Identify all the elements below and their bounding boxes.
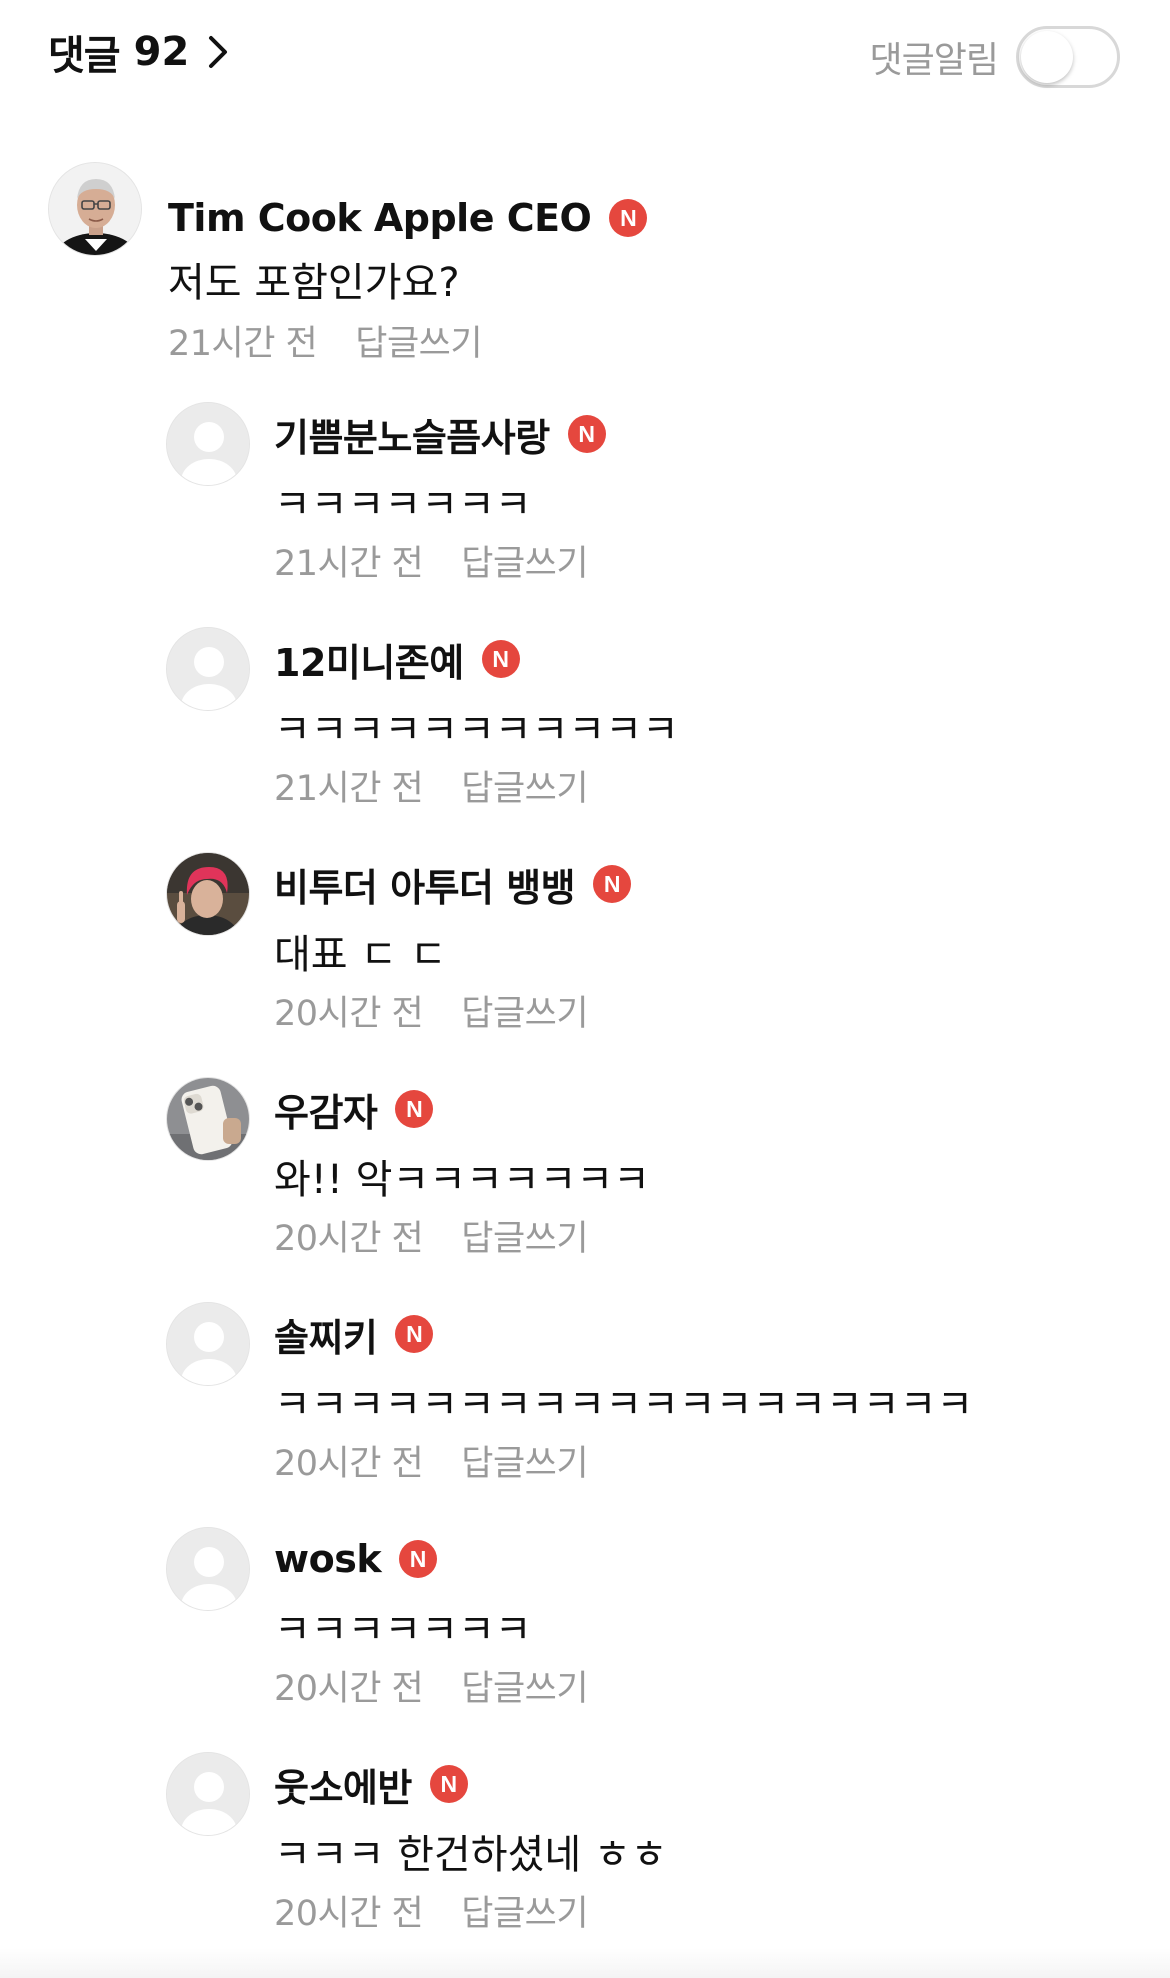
author-row: 기쁨분노슬픔사랑 N [274,406,606,462]
comment-meta: 20시간 전 답글쓰기 [274,1435,589,1486]
reply-button[interactable]: 답글쓰기 [461,760,588,811]
n-badge-icon: N [429,1765,468,1803]
n-badge-icon: N [567,415,606,453]
comment-notify-label: 댓글알림 [869,40,999,81]
author-name[interactable]: 기쁨분노슬픔사랑 [274,407,550,462]
comment-time: 21시간 전 [274,768,424,809]
comment-meta: 20시간 전 답글쓰기 [274,1210,589,1261]
avatar[interactable] [166,852,250,936]
comment-time: 20시간 전 [274,1893,424,1934]
comments-count: 92 [133,29,190,75]
comment-text: ㅋㅋㅋ 한건하셨네 ㅎㅎ [274,1832,668,1878]
author-row: 12미니존예 N [274,631,520,687]
default-person-icon [167,1303,249,1385]
comment-meta: 20시간 전 답글쓰기 [274,1660,589,1711]
default-person-icon [167,628,249,710]
comment-meta: 21시간 전 답글쓰기 [168,315,483,366]
avatar[interactable] [166,1527,250,1611]
avatar[interactable] [166,402,250,486]
author-name[interactable]: wosk [274,1537,382,1581]
comment-time: 20시간 전 [274,1668,424,1709]
default-person-icon [167,1753,249,1835]
comment-time: 20시간 전 [274,993,424,1034]
comment-notify-toggle[interactable] [1016,26,1120,88]
comment-time: 21시간 전 [274,543,424,584]
comment-text: ㅋㅋㅋㅋㅋㅋㅋ [274,482,532,528]
comments-title: 댓글 [48,33,121,79]
comment-text: 대표 ㄷ ㄷ [274,932,447,978]
chevron-right-icon [203,32,231,72]
photo-man-glasses-icon [49,163,141,255]
avatar[interactable] [48,162,142,256]
n-badge-icon: N [395,1315,434,1353]
reply-button[interactable]: 답글쓰기 [461,1885,588,1936]
author-name[interactable]: 비투더 아투더 뱅뱅 [274,857,576,912]
author-name[interactable]: 우감자 [274,1082,378,1137]
reply-button[interactable]: 답글쓰기 [355,315,482,366]
comments-count-link[interactable]: 댓글 92 [48,24,231,80]
toggle-knob[interactable] [1021,31,1073,83]
comment-time: 21시간 전 [168,323,318,364]
avatar[interactable] [166,1752,250,1836]
n-badge-icon: N [593,865,632,903]
bottom-fade [0,1948,1170,1978]
comment-meta: 20시간 전 답글쓰기 [274,1885,589,1936]
comment-text: 와!! 악ㅋㅋㅋㅋㅋㅋㅋ [274,1157,650,1203]
default-person-icon [167,1528,249,1610]
reply-button[interactable]: 답글쓰기 [461,985,588,1036]
n-badge-icon: N [481,640,520,678]
author-row: 웃소에반 N [274,1756,468,1812]
n-badge-icon: N [399,1540,438,1578]
author-row: 비투더 아투더 뱅뱅 N [274,856,632,912]
comment-text: 저도 포함인가요? [168,260,460,306]
photo-red-hair-person-icon [167,853,249,935]
comment-meta: 21시간 전 답글쓰기 [274,760,589,811]
avatar[interactable] [166,1077,250,1161]
author-name[interactable]: 12미니존예 [274,632,464,687]
photo-white-phone-icon [167,1078,249,1160]
author-row: wosk N [274,1531,438,1587]
reply-button[interactable]: 답글쓰기 [461,1660,588,1711]
n-badge-icon: N [395,1090,434,1128]
author-name[interactable]: 솔찌키 [274,1307,378,1362]
reply-button[interactable]: 답글쓰기 [461,535,588,586]
author-row: 솔찌키 N [274,1306,434,1362]
comment-text: ㅋㅋㅋㅋㅋㅋㅋㅋㅋㅋㅋ [274,707,679,753]
comments-header: 댓글 92 댓글알림 [0,0,1170,110]
comment-meta: 21시간 전 답글쓰기 [274,535,589,586]
comment-text: ㅋㅋㅋㅋㅋㅋㅋㅋㅋㅋㅋㅋㅋㅋㅋㅋㅋㅋㅋ [274,1382,974,1428]
default-person-icon [167,403,249,485]
author-row: 우감자 N [274,1081,434,1137]
comment-notify-control: 댓글알림 [870,24,1120,90]
reply-button[interactable]: 답글쓰기 [461,1210,588,1261]
comment-meta: 20시간 전 답글쓰기 [274,985,589,1036]
author-name[interactable]: 웃소에반 [274,1757,412,1812]
n-badge-icon: N [609,199,648,237]
comment-text: ㅋㅋㅋㅋㅋㅋㅋ [274,1607,532,1653]
comment-time: 20시간 전 [274,1218,424,1259]
comment-time: 20시간 전 [274,1443,424,1484]
avatar[interactable] [166,627,250,711]
avatar[interactable] [166,1302,250,1386]
author-name[interactable]: Tim Cook Apple CEO [168,196,592,240]
reply-button[interactable]: 답글쓰기 [461,1435,588,1486]
author-row: Tim Cook Apple CEO N [168,190,648,246]
